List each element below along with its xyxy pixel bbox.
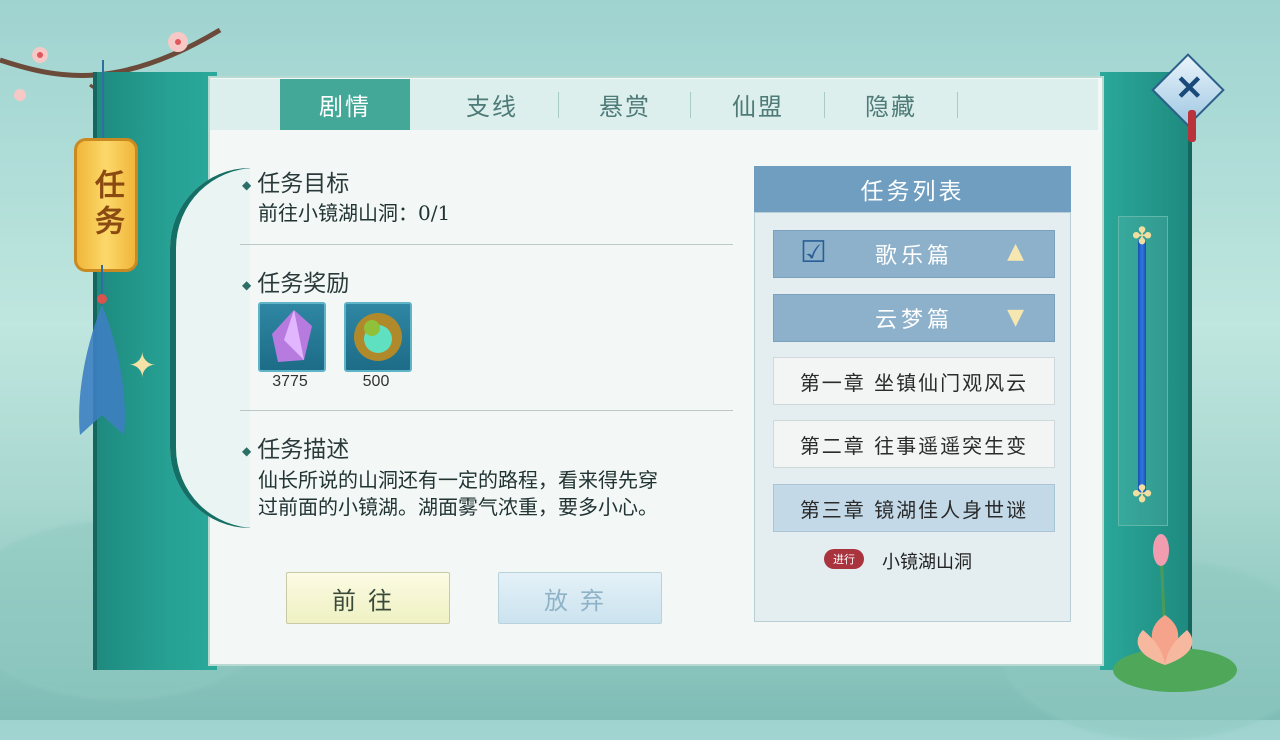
- lantern-string: [102, 60, 104, 140]
- reward-count: 3775: [272, 373, 308, 390]
- quest-group-gele[interactable]: ☑ 歌乐篇 ▲: [773, 230, 1055, 278]
- window-title: 任务: [89, 169, 124, 241]
- checkmark-icon: ☑: [800, 235, 831, 270]
- close-tassel-icon: [1188, 110, 1196, 142]
- scrollbar-thumb[interactable]: [1138, 238, 1146, 494]
- abandon-button[interactable]: 放弃: [498, 572, 662, 624]
- reward-item-crystal[interactable]: [258, 302, 326, 372]
- panel-curve-decoration: [170, 168, 250, 528]
- group-label: 歌乐篇: [874, 244, 953, 269]
- lantern-title: 任务: [74, 138, 138, 272]
- tab-divider: [957, 92, 958, 118]
- reward-item-orb[interactable]: [344, 302, 412, 372]
- divider: [240, 244, 733, 245]
- diamond-bullet-icon: ◆: [242, 444, 252, 458]
- reward-count: 500: [362, 373, 390, 390]
- tab-side-quest[interactable]: 支线: [427, 79, 557, 130]
- sub-quest-item[interactable]: 小镜湖山洞: [882, 548, 972, 574]
- close-icon: ✕: [1175, 69, 1204, 108]
- diamond-bullet-icon: ◆: [242, 178, 252, 192]
- chapter-item[interactable]: 第二章 往事遥遥突生变: [773, 420, 1055, 468]
- chevron-down-icon: ▼: [1007, 305, 1028, 330]
- chapter-item[interactable]: 第一章 坐镇仙门观风云: [773, 357, 1055, 405]
- tab-story[interactable]: 剧情: [280, 79, 410, 130]
- tab-bounty[interactable]: 悬赏: [560, 79, 690, 130]
- rewards-heading: ◆ 任务奖励: [242, 264, 349, 298]
- description-heading: ◆ 任务描述: [242, 430, 349, 464]
- diamond-bullet-icon: ◆: [242, 278, 252, 292]
- go-button[interactable]: 前往: [286, 572, 450, 624]
- status-badge: 进行: [824, 549, 864, 569]
- scroll-cap-top-icon: ✤: [1131, 222, 1153, 250]
- tab-divider: [824, 92, 825, 118]
- rewards-title: 任务奖励: [257, 271, 350, 297]
- quest-list-title: 任务列表: [754, 166, 1071, 212]
- description-line: 过前面的小镜湖。湖面雾气浓重，要多小心。: [258, 495, 658, 519]
- group-label: 云梦篇: [874, 308, 953, 333]
- scroll-cap-bottom-icon: ✤: [1131, 480, 1153, 508]
- lantern-tassel-icon: [79, 265, 125, 435]
- divider: [240, 410, 733, 411]
- tab-alliance[interactable]: 仙盟: [693, 79, 823, 130]
- chevron-up-icon: ▲: [1007, 239, 1028, 264]
- quest-group-yunmeng[interactable]: 云梦篇 ▼: [773, 294, 1055, 342]
- tab-divider: [690, 92, 691, 118]
- tab-divider: [558, 92, 559, 118]
- objective-text: 前往小镜湖山洞：0/1: [258, 201, 451, 225]
- objective-heading: ◆ 任务目标: [242, 164, 349, 198]
- jade-orb-icon: [354, 313, 402, 361]
- objective-title: 任务目标: [257, 171, 350, 197]
- chapter-item-selected[interactable]: 第三章 镜湖佳人身世谜: [773, 484, 1055, 532]
- lotus-decoration: [1113, 534, 1237, 692]
- description-title: 任务描述: [257, 437, 350, 463]
- description-line: 仙长所说的山洞还有一定的路程，看来得先穿: [258, 468, 658, 492]
- tab-hidden[interactable]: 隐藏: [826, 79, 956, 130]
- purple-crystal-icon: [272, 310, 312, 362]
